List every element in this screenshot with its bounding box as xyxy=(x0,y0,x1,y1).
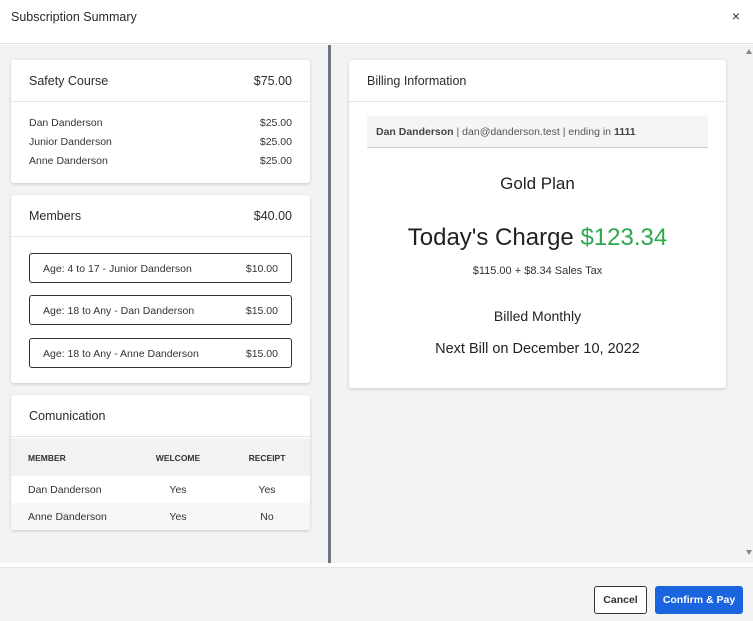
communication-card: Comunication MEMBER WELCOME RECEIPT Dan … xyxy=(11,395,310,530)
billing-header: Billing Information xyxy=(349,60,726,102)
customer-email: dan@danderson.test xyxy=(462,126,560,138)
right-panel[interactable]: Billing Information Dan Danderson | dan@… xyxy=(331,45,753,563)
list-item: Anne Danderson $25.00 xyxy=(11,151,310,170)
table-cell-member: Dan Danderson xyxy=(28,484,102,496)
members-total: $40.00 xyxy=(253,209,292,223)
list-item: Junior Danderson $25.00 xyxy=(11,132,310,151)
list-item-price: $25.00 xyxy=(259,136,292,148)
billing-information-card: Billing Information Dan Danderson | dan@… xyxy=(349,60,726,388)
member-option-label: Age: 4 to 17 - Junior Danderson xyxy=(43,263,192,275)
table-header-row: MEMBER WELCOME RECEIPT xyxy=(11,438,310,476)
table-cell-welcome: Yes xyxy=(169,511,187,523)
billing-frequency: Billed Monthly xyxy=(493,308,582,324)
column-header-member: MEMBER xyxy=(28,453,66,463)
member-option[interactable]: Age: 18 to Any - Anne Danderson $15.00 xyxy=(29,338,292,368)
safety-course-total: $75.00 xyxy=(253,74,292,88)
dialog-title: Subscription Summary xyxy=(11,10,137,24)
communication-header: Comunication xyxy=(11,395,310,437)
member-option-price: $15.00 xyxy=(245,305,278,317)
customer-info-bar: Dan Danderson | dan@danderson.test | end… xyxy=(367,116,708,148)
table-cell-welcome: Yes xyxy=(169,484,187,496)
next-bill-date: Next Bill on December 10, 2022 xyxy=(435,341,640,357)
scroll-up-arrow-icon[interactable] xyxy=(746,49,752,54)
safety-course-header: Safety Course $75.00 xyxy=(11,60,310,102)
member-option-label: Age: 18 to Any - Dan Danderson xyxy=(43,305,195,317)
card-last4: 1111 xyxy=(613,126,636,138)
list-item-name: Anne Danderson xyxy=(29,155,108,167)
members-header: Members $40.00 xyxy=(11,195,310,237)
scroll-down-arrow-icon[interactable] xyxy=(746,550,752,555)
card-ending-label: ending in xyxy=(568,126,612,138)
table-cell-receipt: Yes xyxy=(258,484,276,496)
dialog-footer: Cancel Confirm & Pay xyxy=(0,567,753,621)
charge-amount: $123.34 xyxy=(580,224,668,251)
list-item-price: $25.00 xyxy=(259,155,292,167)
member-option[interactable]: Age: 18 to Any - Dan Danderson $15.00 xyxy=(29,295,292,325)
list-item-name: Dan Danderson xyxy=(29,117,103,129)
todays-charge: Today's Charge $123.34 xyxy=(349,224,726,252)
tax-breakdown: $115.00 + $8.34 Sales Tax xyxy=(472,265,603,277)
member-option-price: $15.00 xyxy=(245,348,278,360)
list-item-price: $25.00 xyxy=(259,117,292,129)
customer-name: Dan Danderson xyxy=(376,126,454,138)
dialog-body: Safety Course $75.00 Dan Danderson $25.0… xyxy=(0,45,753,563)
members-card: Members $40.00 Age: 4 to 17 - Junior Dan… xyxy=(11,195,310,383)
members-title: Members xyxy=(29,209,82,223)
confirm-pay-button[interactable]: Confirm & Pay xyxy=(655,586,743,614)
table-row: Dan Danderson Yes Yes xyxy=(11,476,310,503)
column-header-welcome: WELCOME xyxy=(155,453,201,463)
dialog-header: Subscription Summary × xyxy=(0,0,753,44)
charge-label: Today's Charge xyxy=(407,224,574,251)
column-header-receipt: RECEIPT xyxy=(248,453,286,463)
safety-course-card: Safety Course $75.00 Dan Danderson $25.0… xyxy=(11,60,310,183)
safety-course-list: Dan Danderson $25.00 Junior Danderson $2… xyxy=(11,113,310,170)
list-item-name: Junior Danderson xyxy=(29,136,112,148)
table-row: Anne Danderson Yes No xyxy=(11,503,310,530)
close-icon[interactable]: × xyxy=(729,9,743,23)
cancel-button[interactable]: Cancel xyxy=(594,586,647,614)
member-option[interactable]: Age: 4 to 17 - Junior Danderson $10.00 xyxy=(29,253,292,283)
communication-title: Comunication xyxy=(29,409,106,423)
member-option-price: $10.00 xyxy=(245,263,278,275)
table-cell-member: Anne Danderson xyxy=(28,511,107,523)
billing-title: Billing Information xyxy=(367,74,467,88)
communication-table: MEMBER WELCOME RECEIPT Dan Danderson Yes… xyxy=(11,438,310,530)
safety-course-title: Safety Course xyxy=(29,74,109,88)
list-item: Dan Danderson $25.00 xyxy=(11,113,310,132)
member-option-label: Age: 18 to Any - Anne Danderson xyxy=(43,348,199,360)
table-cell-receipt: No xyxy=(260,511,274,523)
left-panel[interactable]: Safety Course $75.00 Dan Danderson $25.0… xyxy=(0,45,328,563)
plan-name: Gold Plan xyxy=(500,174,575,193)
